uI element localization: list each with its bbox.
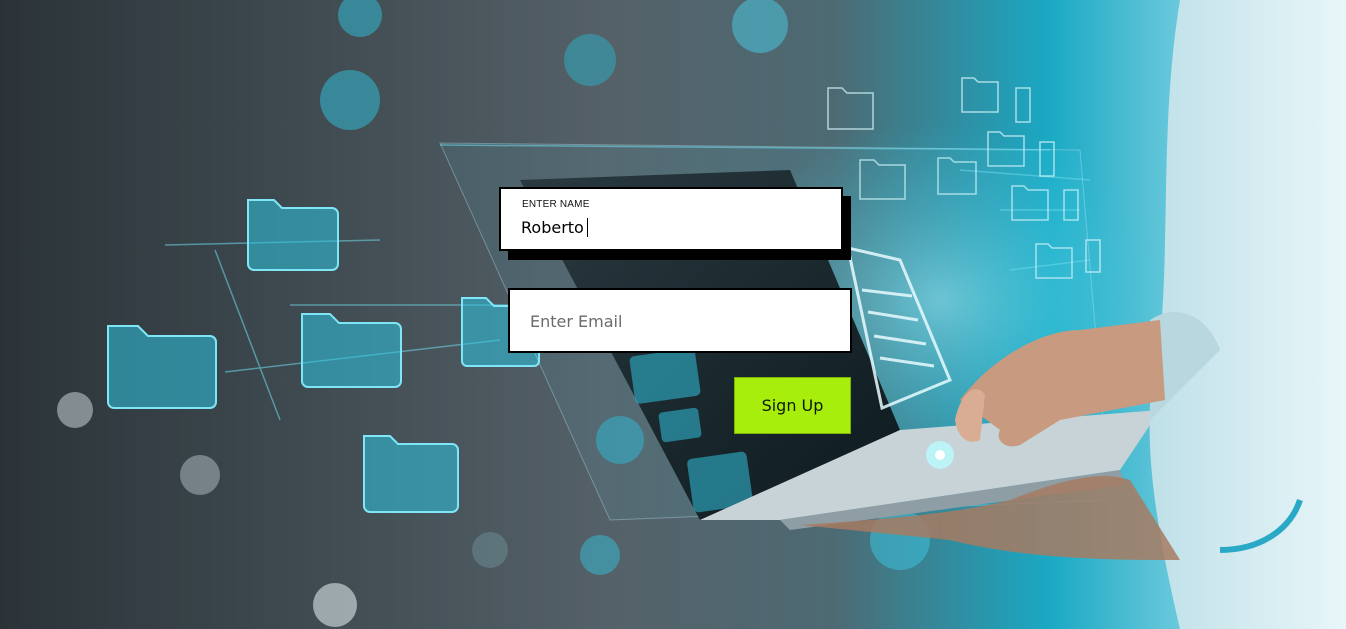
- folder-icons: [107, 199, 540, 513]
- email-input[interactable]: [530, 309, 830, 333]
- name-field-label: ENTER NAME: [522, 199, 590, 210]
- sign-up-button[interactable]: Sign Up: [734, 377, 851, 434]
- text-caret: [587, 218, 588, 237]
- name-field[interactable]: ENTER NAME: [499, 187, 843, 251]
- name-input[interactable]: [521, 215, 821, 239]
- page-background: ENTER NAME Sign Up: [0, 0, 1346, 629]
- email-field[interactable]: [508, 288, 852, 353]
